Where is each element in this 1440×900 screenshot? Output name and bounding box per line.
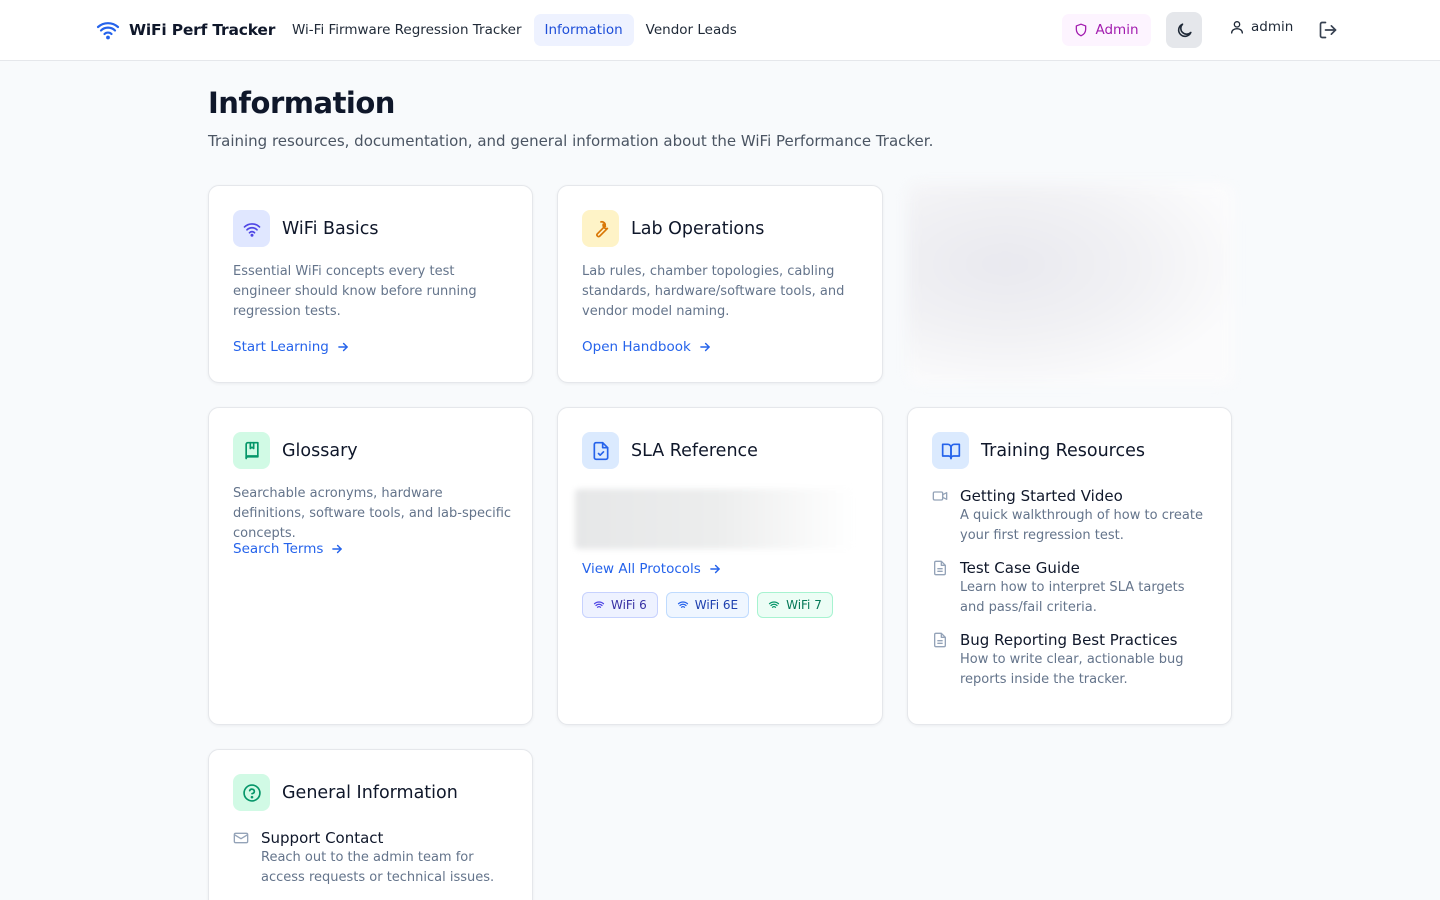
chip-label: WiFi 6 (611, 598, 647, 612)
card-wifi-basics: WiFi Basics Essential WiFi concepts ever… (208, 185, 533, 383)
resource-item[interactable]: Test Case Guide Learn how to interpret S… (932, 558, 1210, 618)
card-title: WiFi Basics (282, 218, 379, 239)
chip-wifi-7[interactable]: WiFi 7 (757, 592, 833, 618)
top-navigation-bar: WiFi Perf Tracker Wi-Fi Firmware Regress… (0, 0, 1440, 61)
card-sla-reference: SLA Reference View All Protocols WiFi 6 … (557, 407, 883, 725)
link-label: Start Learning (233, 339, 329, 355)
open-book-icon-box (932, 432, 969, 469)
search-terms-link[interactable]: Search Terms (233, 541, 344, 557)
chip-label: WiFi 7 (786, 598, 822, 612)
mail-icon (233, 832, 249, 844)
arrow-right-icon (332, 544, 343, 554)
main-nav: Wi-Fi Firmware Regression Tracker Inform… (281, 14, 748, 46)
wifi-icon (243, 222, 260, 237)
card-title: Glossary (282, 440, 358, 461)
resource-item[interactable]: Bug Reporting Best Practices How to writ… (932, 630, 1210, 690)
wifi-icon (768, 601, 780, 608)
support-contact-item[interactable]: Support Contact Reach out to the admin t… (233, 828, 511, 888)
moon-icon (1177, 22, 1192, 37)
resource-item[interactable]: Getting Started Video A quick walkthroug… (932, 486, 1210, 546)
document-icon (934, 560, 946, 576)
arrow-right-icon (709, 564, 720, 574)
general-info-list: Support Contact Reach out to the admin t… (233, 828, 511, 900)
question-circle-icon (242, 783, 261, 802)
resource-title: Getting Started Video (960, 487, 1123, 505)
wrench-icon (595, 220, 608, 237)
book-icon-box (233, 432, 270, 469)
logout-icon[interactable] (1318, 20, 1338, 40)
tab-vendor-leads[interactable]: Vendor Leads (635, 14, 748, 46)
admin-badge-label: Admin (1095, 22, 1139, 38)
link-label: Search Terms (233, 541, 324, 557)
wifi-icon (593, 601, 605, 608)
card-title: SLA Reference (631, 440, 758, 461)
protocol-chips: WiFi 6 WiFi 6E WiFi 7 (582, 592, 833, 618)
card-description: Lab rules, chamber topologies, cabling s… (582, 264, 845, 319)
card-title: General Information (282, 782, 458, 803)
card-description: Essential WiFi concepts every test engin… (233, 264, 477, 319)
wrench-icon-box (582, 210, 619, 247)
admin-badge: Admin (1062, 14, 1151, 46)
loading-placeholder-card (907, 183, 1235, 386)
arrow-right-icon (700, 342, 710, 352)
resource-description: Learn how to interpret SLA targets and p… (960, 580, 1185, 615)
resource-title: Bug Reporting Best Practices (960, 631, 1178, 649)
chip-wifi-6e[interactable]: WiFi 6E (665, 592, 750, 618)
brand[interactable]: WiFi Perf Tracker (96, 18, 275, 42)
resource-description: Reach out to the admin team for access r… (261, 850, 495, 885)
video-icon (932, 491, 948, 501)
file-check-icon-box (582, 432, 619, 469)
wifi-icon (677, 601, 688, 608)
user-icon (1231, 21, 1243, 34)
open-book-icon (941, 443, 960, 459)
theme-toggle-button[interactable] (1166, 12, 1202, 48)
tab-firmware-regression-tracker[interactable]: Wi-Fi Firmware Regression Tracker (281, 14, 533, 46)
resource-title: Support Contact (261, 829, 384, 847)
shield-icon (1076, 23, 1087, 37)
help-icon-box (233, 774, 270, 811)
resource-description: How to write clear, actionable bug repor… (960, 652, 1184, 687)
page-subtitle: Training resources, documentation, and g… (208, 132, 934, 150)
card-general-information: General Information Support Contact Reac… (208, 749, 533, 900)
card-title: Training Resources (981, 440, 1145, 461)
loading-placeholder (575, 489, 855, 549)
username: admin (1251, 19, 1294, 35)
chip-wifi-6[interactable]: WiFi 6 (582, 592, 658, 618)
app-name: WiFi Perf Tracker (129, 21, 276, 39)
bookmark-book-icon (244, 441, 259, 459)
start-learning-link[interactable]: Start Learning (233, 339, 350, 355)
resource-description: A quick walkthrough of how to create you… (960, 508, 1203, 543)
card-description: Searchable acronyms, hardware definition… (233, 486, 512, 541)
card-title: Lab Operations (631, 218, 765, 239)
card-glossary: Glossary Searchable acronyms, hardware d… (208, 407, 533, 725)
tab-information[interactable]: Information (533, 14, 634, 46)
arrow-right-icon (338, 342, 348, 352)
page-title: Information (208, 86, 395, 120)
user-menu[interactable]: admin (1229, 19, 1293, 35)
document-icon (934, 632, 946, 648)
chip-label: WiFi 6E (694, 598, 739, 612)
view-all-protocols-link[interactable]: View All Protocols (582, 561, 722, 577)
card-training-resources: Training Resources Getting Started Video… (907, 407, 1232, 725)
link-label: View All Protocols (582, 561, 701, 577)
link-label: Open Handbook (582, 339, 691, 355)
wifi-icon-box (233, 210, 270, 247)
card-lab-operations: Lab Operations Lab rules, chamber topolo… (557, 185, 883, 383)
wifi-logo-icon (96, 22, 120, 40)
open-handbook-link[interactable]: Open Handbook (582, 339, 712, 355)
training-resource-list: Getting Started Video A quick walkthroug… (932, 486, 1210, 702)
file-check-icon (593, 441, 608, 460)
resource-title: Test Case Guide (960, 559, 1080, 577)
